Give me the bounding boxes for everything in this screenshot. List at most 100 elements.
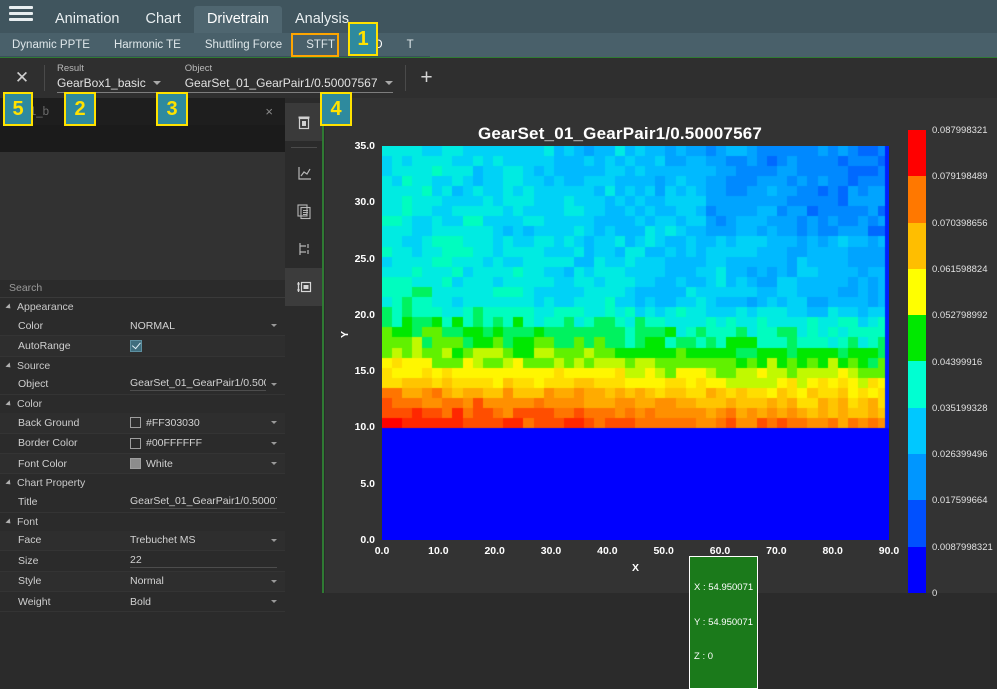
- tool-strip: [285, 98, 323, 593]
- property-row[interactable]: StyleNormal: [0, 572, 285, 592]
- tree-icon[interactable]: [285, 230, 323, 268]
- chevron-down-icon[interactable]: [271, 421, 277, 424]
- property-value[interactable]: 22: [130, 554, 285, 568]
- property-value-text: Normal: [130, 575, 266, 587]
- colorbar-tick-label: 0.070398656: [932, 218, 987, 229]
- property-row[interactable]: Size22: [0, 551, 285, 571]
- object-value: GearSet_01_GearPair1/0.50007567: [185, 75, 378, 91]
- property-row[interactable]: Border Color#00FFFFFF: [0, 434, 285, 454]
- colorbar-segment: [908, 361, 926, 407]
- sub-tab-dynamic-ppte[interactable]: Dynamic PPTE: [0, 33, 102, 58]
- add-tab-button[interactable]: +: [406, 58, 448, 98]
- chevron-down-icon[interactable]: [271, 324, 277, 327]
- menu-icon[interactable]: [0, 0, 42, 33]
- chevron-down-icon[interactable]: [271, 600, 277, 603]
- menu-tab-drivetrain[interactable]: Drivetrain: [194, 6, 282, 33]
- property-group-chart-property[interactable]: Chart Property: [0, 474, 285, 492]
- delete-icon[interactable]: [285, 103, 323, 141]
- left-panel: Box1_b × Search AppearanceColorNORMALAut…: [0, 98, 285, 593]
- strip-divider: [291, 147, 317, 148]
- colorbar-tick-label: 0.04399916: [932, 357, 982, 368]
- tooltip-x: X : 54.950071: [694, 582, 753, 594]
- property-row[interactable]: WeightBold: [0, 592, 285, 612]
- object-dropdown[interactable]: Object GearSet_01_GearPair1/0.50007567: [173, 63, 405, 93]
- copy-icon[interactable]: [285, 192, 323, 230]
- annotation-badge-4: 4: [320, 92, 352, 126]
- properties-icon[interactable]: [285, 268, 323, 306]
- annotation-badge-2: 2: [64, 92, 96, 126]
- property-value-text: NORMAL: [130, 320, 266, 332]
- property-value[interactable]: #FF303030: [130, 417, 285, 429]
- heatmap-plot[interactable]: [382, 146, 889, 540]
- property-row[interactable]: ObjectGearSet_01_GearPair1/0.50007: [0, 375, 285, 395]
- panel-empty-region: [0, 152, 285, 280]
- chevron-down-icon[interactable]: [271, 539, 277, 542]
- property-name: AutoRange: [0, 340, 130, 352]
- property-value[interactable]: #00FFFFFF: [130, 437, 285, 449]
- property-group-source[interactable]: Source: [0, 357, 285, 375]
- chip-row-filler: [0, 125, 285, 152]
- chevron-down-icon: [5, 303, 12, 310]
- chevron-down-icon[interactable]: [271, 462, 277, 465]
- property-group-label: Color: [17, 395, 42, 413]
- menu-tab-animation[interactable]: Animation: [42, 6, 132, 33]
- highlight-tcd: [291, 33, 339, 57]
- chip-close[interactable]: ×: [265, 104, 285, 119]
- property-row[interactable]: ColorNORMAL: [0, 316, 285, 336]
- colorbar-labels: 0.0879983210.0791984890.0703986560.06159…: [932, 125, 997, 593]
- property-value-text: Trebuchet MS: [130, 534, 266, 546]
- property-value[interactable]: Bold: [130, 596, 285, 608]
- menu-tab-chart[interactable]: Chart: [132, 6, 193, 33]
- result-dropdown[interactable]: Result GearBox1_basic: [45, 63, 173, 93]
- colorbar: [908, 130, 926, 593]
- color-swatch[interactable]: [130, 458, 141, 469]
- property-value[interactable]: GearSet_01_GearPair1/0.50007: [130, 377, 285, 391]
- result-label: Result: [57, 63, 161, 75]
- sub-tab-harmonic-te[interactable]: Harmonic TE: [102, 33, 193, 58]
- colorbar-segment: [908, 547, 926, 593]
- property-group-label: Source: [17, 357, 50, 375]
- property-row[interactable]: FaceTrebuchet MS: [0, 531, 285, 551]
- colorbar-segment: [908, 454, 926, 500]
- property-group-font[interactable]: Font: [0, 513, 285, 531]
- property-value-text: #00FFFFFF: [146, 437, 266, 449]
- color-swatch[interactable]: [130, 438, 141, 449]
- property-row[interactable]: AutoRange: [0, 336, 285, 356]
- colorbar-tick-label: 0.035199328: [932, 403, 987, 414]
- y-axis-tick: 10.0: [333, 421, 375, 433]
- colorbar-segment: [908, 176, 926, 222]
- chevron-down-icon[interactable]: [271, 442, 277, 445]
- property-value[interactable]: [130, 340, 285, 352]
- y-axis-label: Y: [339, 331, 351, 338]
- property-group-appearance[interactable]: Appearance: [0, 298, 285, 316]
- property-value[interactable]: White: [130, 458, 285, 470]
- sub-tab-partial[interactable]: T: [395, 33, 426, 58]
- chevron-down-icon: [5, 362, 12, 369]
- y-axis-tick: 30.0: [333, 196, 375, 208]
- chevron-down-icon[interactable]: [271, 580, 277, 583]
- search-input[interactable]: Search: [0, 280, 285, 298]
- chart-icon[interactable]: [285, 154, 323, 192]
- property-value[interactable]: Trebuchet MS: [130, 534, 285, 546]
- color-swatch[interactable]: [130, 417, 141, 428]
- y-axis-tick: 5.0: [333, 478, 375, 490]
- strip-accent-line: [322, 98, 324, 593]
- chevron-down-icon: [5, 401, 12, 408]
- property-row[interactable]: Back Ground#FF303030: [0, 413, 285, 433]
- property-value[interactable]: GearSet_01_GearPair1/0.50007567: [130, 495, 285, 509]
- property-value[interactable]: Normal: [130, 575, 285, 587]
- colorbar-segment: [908, 223, 926, 269]
- property-group-color[interactable]: Color: [0, 395, 285, 413]
- colorbar-segment: [908, 130, 926, 176]
- property-row[interactable]: Font ColorWhite: [0, 454, 285, 474]
- colorbar-tick-label: 0.052798992: [932, 310, 987, 321]
- annotation-badge-3: 3: [156, 92, 188, 126]
- checkbox-icon[interactable]: [130, 340, 142, 352]
- property-row[interactable]: TitleGearSet_01_GearPair1/0.50007567: [0, 492, 285, 512]
- property-value[interactable]: NORMAL: [130, 320, 285, 332]
- tooltip-z: Z : 0: [694, 651, 753, 663]
- sub-tab-shuttling-force[interactable]: Shuttling Force: [193, 33, 294, 58]
- colorbar-segment: [908, 315, 926, 361]
- chevron-down-icon: [5, 518, 12, 525]
- chevron-down-icon[interactable]: [271, 383, 277, 386]
